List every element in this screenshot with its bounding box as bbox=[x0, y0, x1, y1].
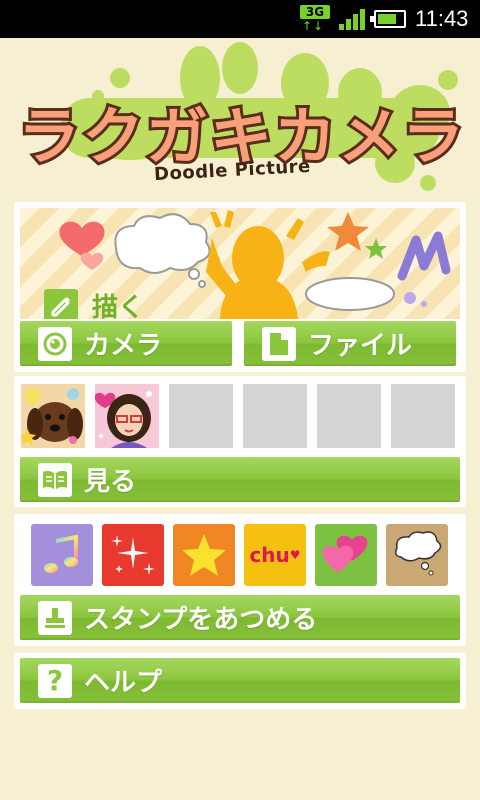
draw-label-text: 描く bbox=[92, 293, 145, 319]
app-logo: ラクガキカメラ Doodle Picture bbox=[0, 38, 480, 198]
gallery-empty-slot bbox=[243, 384, 307, 448]
status-bar: 3G ↑↓ 11:43 bbox=[0, 0, 480, 38]
file-button[interactable]: ファイル bbox=[244, 321, 456, 366]
battery-icon bbox=[370, 10, 406, 28]
gallery-empty-slot bbox=[391, 384, 455, 448]
create-panel: 描く カメラ ファイル bbox=[14, 202, 466, 372]
camera-button[interactable]: カメラ bbox=[20, 321, 232, 366]
gallery-thumbnail-dog[interactable] bbox=[19, 384, 85, 448]
help-panel: ? ヘルプ bbox=[14, 653, 466, 709]
camera-label: カメラ bbox=[84, 331, 163, 361]
view-label: 見る bbox=[84, 467, 137, 497]
file-label: ファイル bbox=[308, 331, 413, 361]
signal-icon bbox=[339, 8, 367, 30]
collect-stamps-label: スタンプをあつめる bbox=[84, 605, 318, 635]
gallery-empty-slot bbox=[169, 384, 233, 448]
collect-stamps-button[interactable]: スタンプをあつめる bbox=[20, 595, 460, 640]
network-3g-icon: 3G ↑↓ bbox=[300, 5, 330, 33]
stamp-hearts-icon[interactable] bbox=[315, 524, 377, 586]
stamp-chu-icon[interactable]: chu ♥ bbox=[244, 524, 306, 586]
network-arrows: ↑↓ bbox=[302, 19, 325, 33]
gallery-empty-slot bbox=[317, 384, 381, 448]
camera-icon bbox=[38, 326, 72, 361]
file-icon bbox=[262, 326, 296, 361]
view-button[interactable]: 見る bbox=[20, 457, 460, 502]
stamp-speech-bubble-icon[interactable] bbox=[386, 524, 448, 586]
stamps-panel: chu ♥ スタンプをあつめる bbox=[14, 514, 466, 646]
clock: 11:43 bbox=[415, 6, 469, 31]
help-label: ヘルプ bbox=[84, 668, 163, 698]
stamp-chu-text: chu bbox=[249, 543, 290, 567]
pencil-icon bbox=[44, 288, 78, 319]
draw-banner[interactable]: 描く bbox=[20, 208, 460, 319]
stamp-music-note-icon[interactable] bbox=[31, 524, 93, 586]
draw-label: 描く bbox=[44, 287, 144, 319]
network-type: 3G bbox=[300, 5, 330, 19]
book-icon bbox=[38, 462, 72, 497]
help-button[interactable]: ? ヘルプ bbox=[20, 658, 460, 703]
stamp-sparkles-icon[interactable] bbox=[102, 524, 164, 586]
question-icon: ? bbox=[38, 663, 72, 698]
gallery-panel: 見る bbox=[14, 376, 466, 507]
stamp-icon bbox=[38, 600, 72, 635]
stamp-star-icon[interactable] bbox=[173, 524, 235, 586]
gallery-thumbnail-girl[interactable] bbox=[94, 384, 159, 448]
